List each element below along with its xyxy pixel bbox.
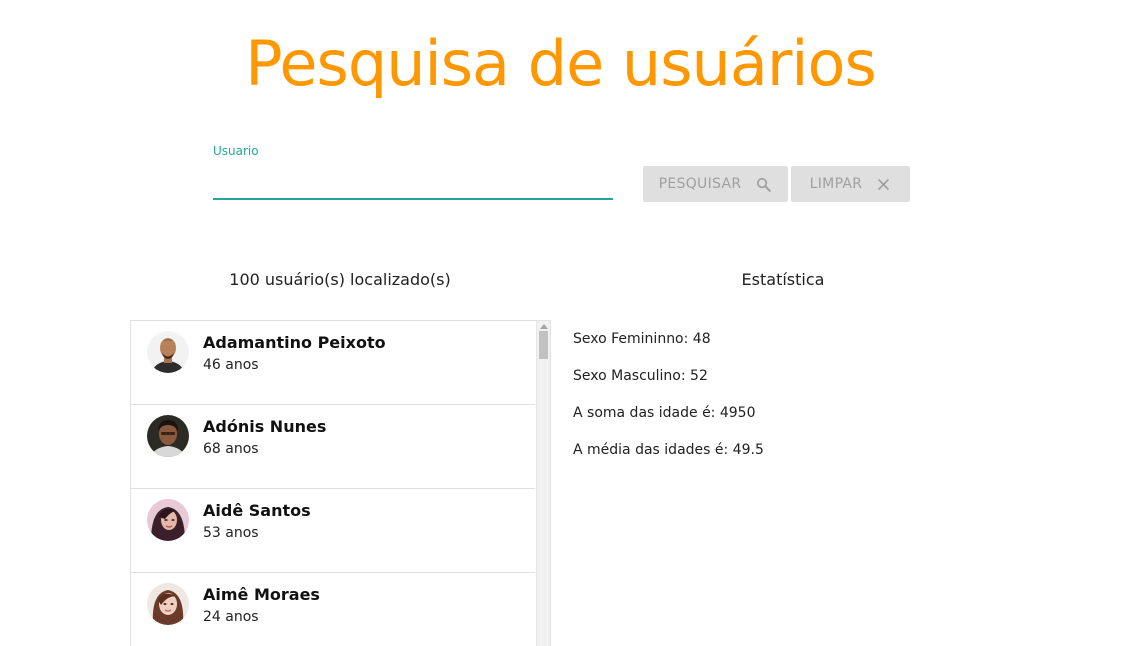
- list-item[interactable]: Adamantino Peixoto 46 anos: [131, 321, 535, 405]
- clear-button-label: LIMPAR: [809, 176, 863, 192]
- avatar: [147, 415, 189, 457]
- avatar: [147, 499, 189, 541]
- page-title: Pesquisa de usuários: [245, 27, 877, 100]
- user-age: 46 anos: [203, 357, 259, 373]
- user-age: 68 anos: [203, 441, 259, 457]
- avatar: [147, 331, 189, 373]
- close-icon: [876, 177, 891, 192]
- avatar: [147, 583, 189, 625]
- results-count: 100 usuário(s) localizado(s): [229, 270, 451, 289]
- search-button-label: PESQUISAR: [658, 176, 742, 192]
- search-icon: [755, 176, 772, 193]
- user-age: 53 anos: [203, 525, 259, 541]
- list-item[interactable]: Aidê Santos 53 anos: [131, 489, 535, 573]
- stat-male-count: Sexo Masculino: 52: [573, 368, 708, 384]
- stats-panel: Sexo Femininno: 48 Sexo Masculino: 52 A …: [573, 330, 764, 478]
- user-name: Aidê Santos: [203, 501, 311, 520]
- clear-button[interactable]: LIMPAR: [791, 166, 910, 202]
- list-item[interactable]: Adónis Nunes 68 anos: [131, 405, 535, 489]
- search-button[interactable]: PESQUISAR: [643, 166, 788, 202]
- stats-title: Estatística: [741, 270, 825, 289]
- search-field: Usuario: [213, 144, 613, 204]
- user-list[interactable]: Adamantino Peixoto 46 anos Adónis Nunes …: [130, 320, 551, 646]
- user-name: Adamantino Peixoto: [203, 333, 386, 352]
- page: Pesquisa de usuários Usuario PESQUISAR L…: [0, 0, 1121, 646]
- user-name: Aimê Moraes: [203, 585, 320, 604]
- user-list-items: Adamantino Peixoto 46 anos Adónis Nunes …: [131, 321, 535, 646]
- user-age: 24 anos: [203, 609, 259, 625]
- list-scrollbar[interactable]: [536, 321, 550, 646]
- stat-age-sum: A soma das idade é: 4950: [573, 405, 756, 421]
- scroll-up-arrow-icon[interactable]: [540, 324, 548, 329]
- stat-age-average: A média das idades é: 49.5: [573, 442, 764, 458]
- list-item[interactable]: Aimê Moraes 24 anos: [131, 573, 535, 646]
- search-label: Usuario: [213, 144, 259, 158]
- stat-female-count: Sexo Femininno: 48: [573, 331, 711, 347]
- scroll-thumb[interactable]: [539, 331, 548, 359]
- search-input[interactable]: [213, 162, 613, 200]
- user-name: Adónis Nunes: [203, 417, 327, 436]
